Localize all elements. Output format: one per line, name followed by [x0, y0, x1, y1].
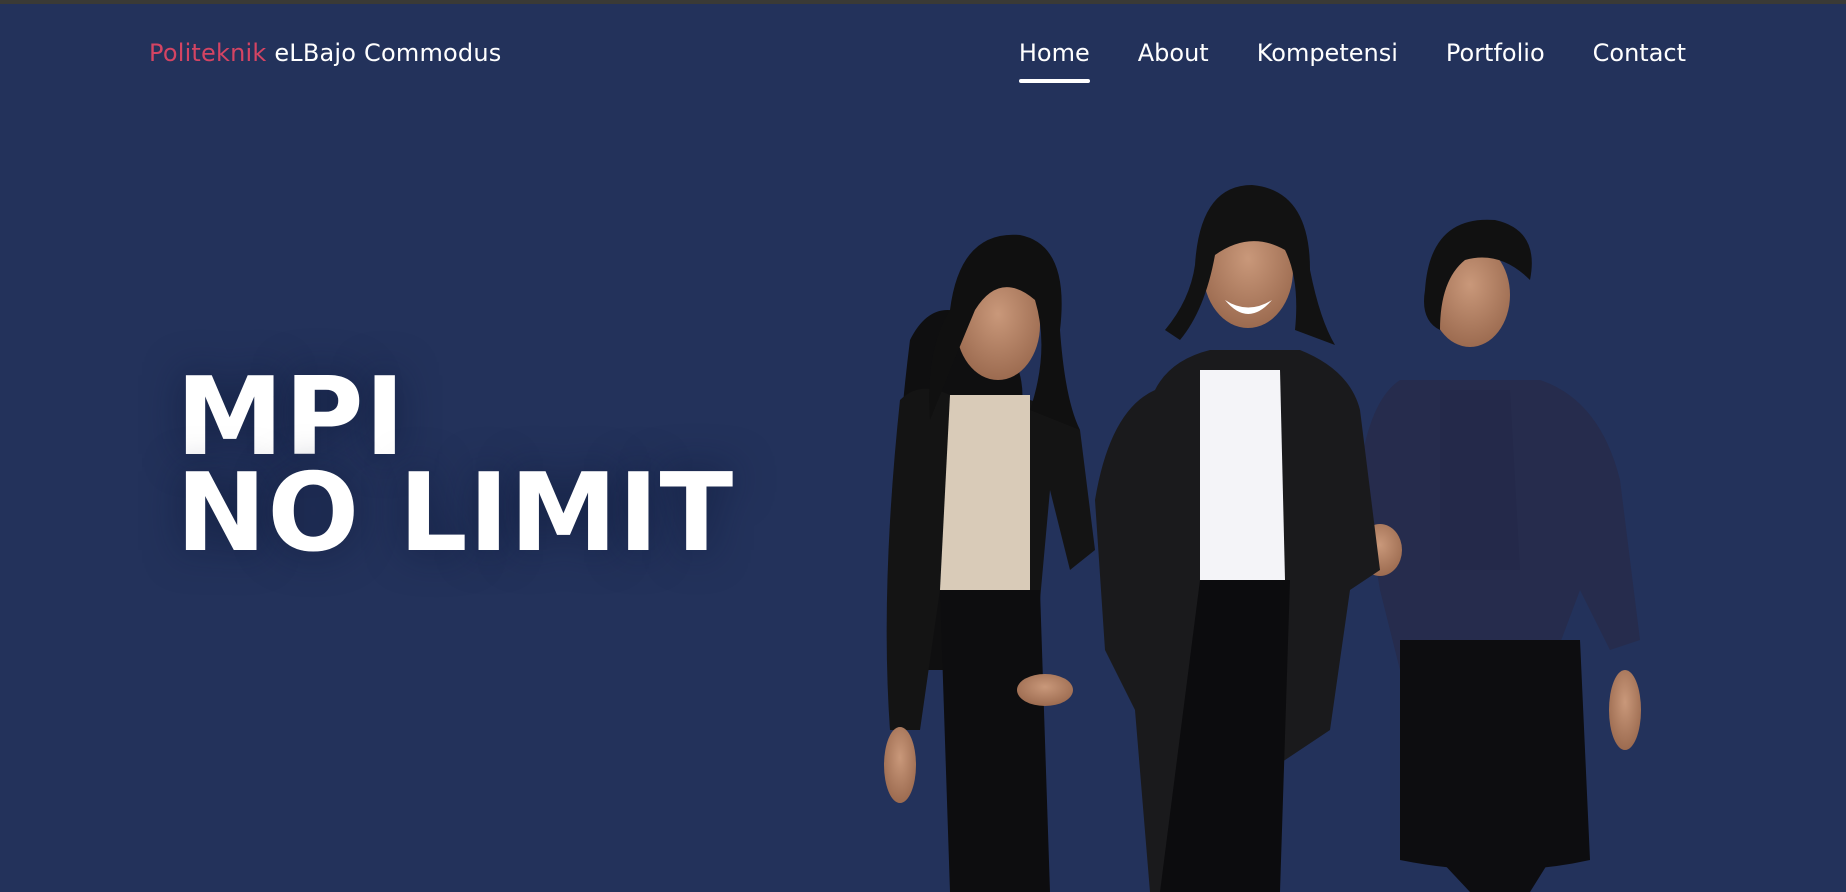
nav-menu: Home About Kompetensi Portfolio Contact [1019, 37, 1686, 69]
brand-accent-text: Politeknik [149, 39, 267, 67]
hero-photo [884, 185, 1641, 892]
person-left [884, 234, 1095, 892]
hero-title-line-2: NO LIMIT [176, 451, 735, 576]
nav-link-kompetensi[interactable]: Kompetensi [1257, 39, 1398, 67]
nav-link-contact[interactable]: Contact [1593, 39, 1686, 67]
person-center [1095, 185, 1380, 892]
nav-link-portfolio[interactable]: Portfolio [1446, 39, 1545, 67]
navbar: Politeknik eLBajo Commodus Home About Ko… [0, 4, 1846, 104]
nav-link-about[interactable]: About [1138, 39, 1209, 67]
nav-link-home[interactable]: Home [1019, 39, 1090, 67]
person-right [1358, 219, 1641, 892]
hero-title: MPI NO LIMIT [176, 364, 735, 576]
brand-name-text: eLBajo Commodus [266, 39, 502, 67]
brand-logo[interactable]: Politeknik eLBajo Commodus [149, 37, 501, 69]
